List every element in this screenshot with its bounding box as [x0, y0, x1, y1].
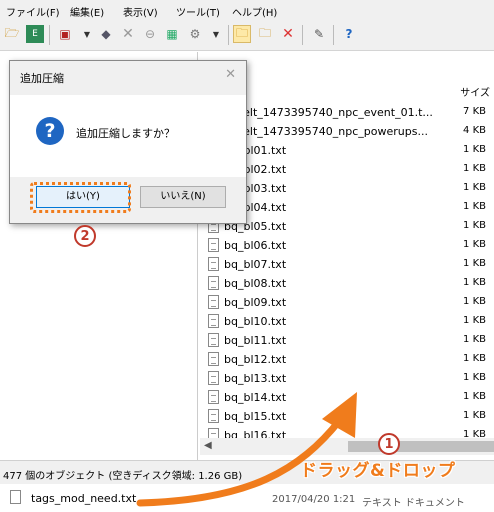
close-icon[interactable]: ✕	[225, 67, 236, 82]
yes-button-highlight	[30, 182, 131, 213]
step-1-badge: 1	[378, 433, 400, 455]
step-2-badge: 2	[74, 225, 96, 247]
no-button[interactable]: いいえ(N)	[140, 186, 226, 208]
dialog-message: 追加圧縮しますか？	[76, 127, 175, 140]
drag-drop-label: ドラッグ&ドロップ	[300, 461, 456, 481]
dialog-content: ? 追加圧縮しますか？	[10, 95, 246, 177]
dialog-title: 追加圧縮	[20, 72, 64, 85]
question-icon: ?	[36, 117, 64, 145]
